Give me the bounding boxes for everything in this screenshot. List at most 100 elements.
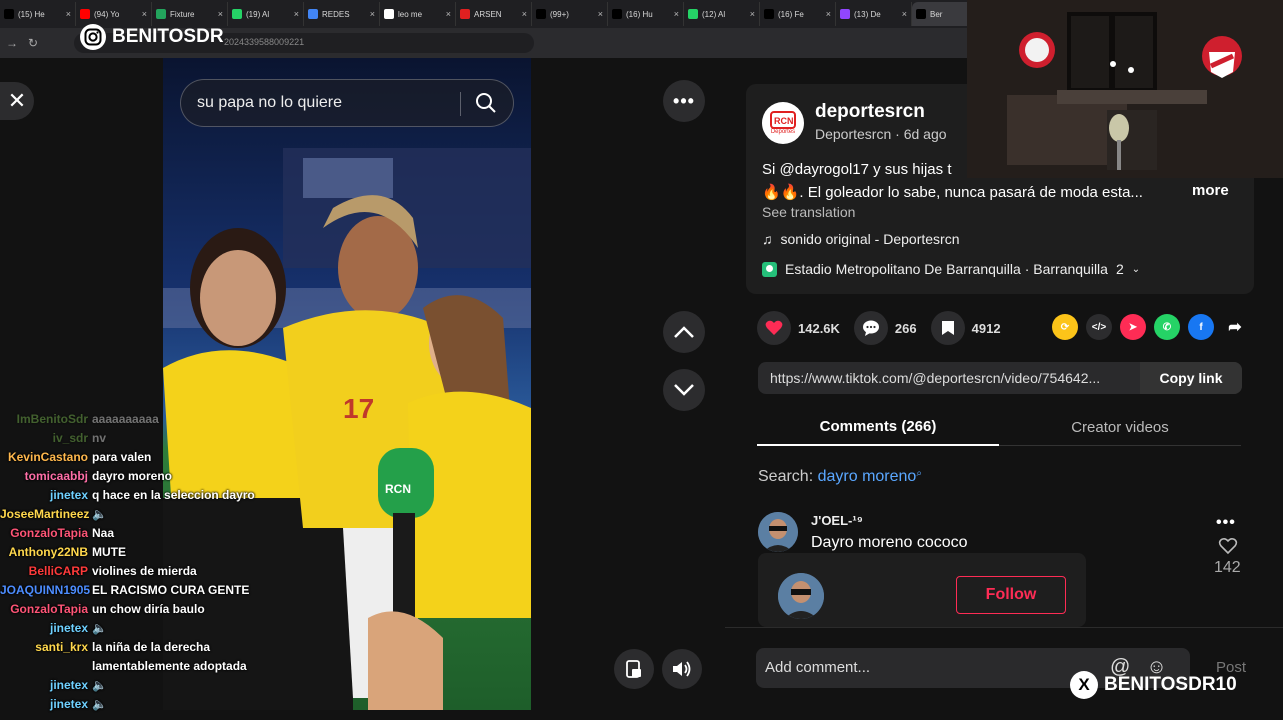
comment-search-query[interactable]: dayro moreno: [818, 468, 917, 485]
search-divider: [460, 92, 461, 116]
save-button[interactable]: [930, 311, 965, 345]
music-note-icon: ♫: [762, 231, 773, 247]
chat-username[interactable]: jinetex: [0, 486, 92, 505]
comment-like-button[interactable]: [1218, 537, 1238, 560]
location-count[interactable]: 2: [1116, 261, 1124, 277]
browser-tab[interactable]: (16) Hu ×: [608, 2, 684, 26]
location-link[interactable]: Estadio Metropolitano De Barranquilla · …: [762, 261, 1140, 277]
browser-tab[interactable]: (99+) ×: [532, 2, 608, 26]
chat-message: BelliCARP violines de mierda: [0, 562, 310, 581]
chat-username[interactable]: Anthony22NB: [0, 543, 92, 562]
close-tab-icon[interactable]: ×: [370, 9, 375, 19]
see-translation-link[interactable]: See translation: [762, 204, 855, 220]
comment-button[interactable]: [853, 311, 888, 345]
repost-icon[interactable]: ⟳: [1052, 314, 1078, 340]
chat-username[interactable]: jinetex: [0, 695, 92, 714]
facebook-icon[interactable]: f: [1188, 314, 1214, 340]
chat-username[interactable]: tomicaabbj: [0, 467, 92, 486]
browser-tab[interactable]: (94) Yo ×: [76, 2, 152, 26]
volume-button[interactable]: [662, 649, 702, 689]
browser-tab[interactable]: (19) Al ×: [228, 2, 304, 26]
like-button[interactable]: [757, 311, 791, 345]
browser-tab[interactable]: Fixture ×: [152, 2, 228, 26]
search-icon[interactable]: ⌕: [916, 468, 922, 479]
chat-username[interactable]: ImBenitoSdr: [0, 410, 92, 429]
browser-tab-label: (19) Al: [246, 9, 270, 19]
more-options-button[interactable]: •••: [663, 80, 705, 122]
account-avatar[interactable]: RCN Deportes: [762, 102, 804, 144]
chat-message: KevinCastano para valen: [0, 448, 310, 467]
browser-tab[interactable]: ARSEN ×: [456, 2, 532, 26]
chat-username[interactable]: KevinCastano: [0, 448, 92, 467]
commenter-avatar[interactable]: [758, 512, 798, 552]
close-tab-icon[interactable]: ×: [294, 9, 299, 19]
chat-message: JOAQUINN1905 EL RACISMO CURA GENTE: [0, 581, 310, 600]
share-arrow-icon[interactable]: ➦: [1222, 314, 1248, 340]
chat-message: iv_sdr nv: [0, 429, 310, 448]
tab-comments[interactable]: Comments (266): [757, 408, 999, 446]
browser-tab[interactable]: (16) Fe ×: [760, 2, 836, 26]
close-tab-icon[interactable]: ×: [902, 9, 907, 19]
x-icon: [612, 9, 622, 19]
follow-button[interactable]: Follow: [956, 576, 1066, 614]
save-count: 4912: [971, 320, 1001, 336]
close-tab-icon[interactable]: ×: [826, 9, 831, 19]
close-tab-icon[interactable]: ×: [218, 9, 223, 19]
next-video-button[interactable]: [663, 369, 705, 411]
video-link[interactable]: https://www.tiktok.com/@deportesrcn/vide…: [770, 370, 1100, 386]
music-link[interactable]: ♫ sonido original - Deportesrcn: [762, 231, 959, 247]
send-icon[interactable]: ➤: [1120, 314, 1146, 340]
close-tab-icon[interactable]: ×: [446, 9, 451, 19]
browser-tab[interactable]: (12) Al ×: [684, 2, 760, 26]
news-icon: [460, 9, 470, 19]
share-buttons: ⟳ </> ➤ ✆ f ➦: [1052, 314, 1248, 340]
comment-more-button[interactable]: •••: [1216, 514, 1236, 532]
speaker-icon: [673, 661, 691, 677]
chat-username[interactable]: BelliCARP: [0, 562, 92, 581]
x-logo-icon: X: [1070, 671, 1098, 699]
copy-link-button[interactable]: Copy link: [1140, 362, 1242, 394]
browser-tab[interactable]: (13) De ×: [836, 2, 912, 26]
chat-username[interactable]: GonzaloTapia: [0, 524, 92, 543]
floating-player-button[interactable]: [614, 649, 654, 689]
chat-username[interactable]: JoseeMartineez: [0, 505, 92, 524]
google-icon: [384, 9, 394, 19]
chat-username[interactable]: iv_sdr: [0, 429, 92, 448]
chat-username[interactable]: JOAQUINN1905: [0, 581, 92, 600]
chat-message: jinetex 🔈: [0, 695, 310, 714]
close-tab-icon[interactable]: ×: [522, 9, 527, 19]
chat-text: Naa: [92, 526, 115, 540]
browser-tab[interactable]: leo me ×: [380, 2, 456, 26]
panel-tabs: Comments (266) Creator videos: [757, 408, 1241, 446]
popover-avatar[interactable]: [778, 573, 824, 619]
previous-video-button[interactable]: [663, 311, 705, 353]
close-tab-icon[interactable]: ×: [750, 9, 755, 19]
caption-more-link[interactable]: more: [1192, 182, 1229, 199]
search-icon[interactable]: [475, 92, 497, 119]
commenter-name[interactable]: J'OEL-¹⁹: [811, 513, 863, 528]
close-tab-icon[interactable]: ×: [66, 9, 71, 19]
forward-icon[interactable]: →: [6, 36, 18, 50]
close-tab-icon[interactable]: ×: [598, 9, 603, 19]
reload-icon[interactable]: ↻: [28, 36, 38, 50]
chat-username[interactable]: santi_krx: [0, 638, 92, 657]
account-subtitle: Deportesrcn · 6d ago: [815, 126, 947, 142]
embed-icon[interactable]: </>: [1086, 314, 1112, 340]
browser-tab[interactable]: (15) He ×: [0, 2, 76, 26]
browser-tab-label: (94) Yo: [94, 9, 120, 19]
chat-message: jinetex 🔈: [0, 676, 310, 695]
close-tab-icon[interactable]: ×: [674, 9, 679, 19]
close-tab-icon[interactable]: ×: [142, 9, 147, 19]
video-search-bar[interactable]: su papa no lo quiere: [180, 79, 514, 127]
browser-tab[interactable]: REDES ×: [304, 2, 380, 26]
account-name[interactable]: deportesrcn: [815, 101, 925, 123]
chat-username[interactable]: GonzaloTapia: [0, 600, 92, 619]
pip-icon: [626, 660, 641, 678]
whatsapp-icon[interactable]: ✆: [1154, 314, 1180, 340]
commenter-photo: [758, 512, 798, 552]
comment-icon: [862, 320, 879, 336]
caption-line-1: Si @dayrogol17 y sus hijas t: [762, 161, 952, 178]
chat-username[interactable]: jinetex: [0, 676, 92, 695]
chat-username[interactable]: jinetex: [0, 619, 92, 638]
tab-creator-videos[interactable]: Creator videos: [999, 408, 1241, 446]
